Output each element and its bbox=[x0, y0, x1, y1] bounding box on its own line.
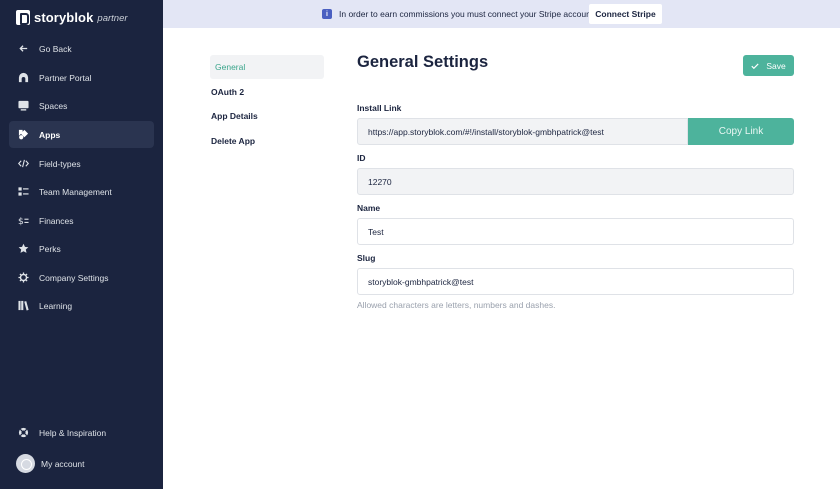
tab-oauth-2[interactable]: OAuth 2 bbox=[210, 80, 324, 104]
apps-icon bbox=[18, 129, 29, 140]
check-icon bbox=[751, 62, 759, 69]
name-input[interactable]: Test bbox=[357, 218, 794, 245]
save-button-label: Save bbox=[766, 60, 786, 71]
sidebar-item-label: Go Back bbox=[39, 43, 72, 54]
install-link-label: Install Link bbox=[357, 103, 402, 113]
sidebar-item-apps[interactable]: Apps bbox=[9, 121, 154, 148]
sidebar-item-company-settings[interactable]: Company Settings bbox=[9, 264, 154, 291]
id-field[interactable]: 12270 bbox=[357, 168, 794, 195]
star-icon bbox=[18, 243, 29, 254]
storyblok-logo-icon bbox=[16, 9, 30, 25]
sidebar-item-label: Spaces bbox=[39, 100, 68, 111]
sidebar-item-partner-portal[interactable]: Partner Portal bbox=[9, 64, 154, 91]
sidebar-item-label: Company Settings bbox=[39, 272, 109, 283]
sidebar-item-team-management[interactable]: Team Management bbox=[9, 178, 154, 205]
sidebar-item-help[interactable]: Help & Inspiration bbox=[9, 419, 154, 446]
code-icon bbox=[18, 158, 29, 169]
info-icon: i bbox=[322, 9, 332, 19]
sidebar-item-label: Team Management bbox=[39, 186, 112, 197]
lifebuoy-icon bbox=[18, 427, 29, 438]
sidebar-item-label: Field-types bbox=[39, 158, 81, 169]
sidebar-item-finances[interactable]: $ Finances bbox=[9, 207, 154, 234]
brand-sub: partner bbox=[97, 12, 128, 24]
tab-delete-app[interactable]: Delete App bbox=[210, 129, 324, 153]
sidebar-item-label: Apps bbox=[39, 129, 61, 140]
name-label: Name bbox=[357, 203, 381, 213]
sidebar-item-learning[interactable]: Learning bbox=[9, 292, 154, 319]
id-label: ID bbox=[357, 153, 366, 163]
install-link-field[interactable]: https://app.storyblok.com/#!/install/sto… bbox=[357, 118, 688, 145]
slug-label: Slug bbox=[357, 253, 376, 263]
tab-app-details[interactable]: App Details bbox=[210, 104, 324, 128]
avatar bbox=[16, 454, 35, 473]
connect-stripe-button[interactable]: Connect Stripe bbox=[589, 4, 662, 24]
brand-logo[interactable]: storyblok partner bbox=[16, 9, 128, 25]
slug-help-text: Allowed characters are letters, numbers … bbox=[357, 300, 556, 310]
sidebar-item-label: Perks bbox=[39, 243, 61, 254]
sidebar-item-go-back[interactable]: Go Back bbox=[9, 35, 154, 62]
sidebar: storyblok partner Go Back Partner Portal… bbox=[0, 0, 163, 489]
sidebar-item-label: Help & Inspiration bbox=[39, 427, 107, 438]
sidebar-item-label: Learning bbox=[39, 300, 73, 311]
svg-text:$: $ bbox=[18, 216, 24, 226]
sidebar-item-my-account[interactable]: My account bbox=[9, 450, 154, 477]
arrow-left-icon bbox=[18, 43, 29, 54]
stripe-banner: i In order to earn commissions you must … bbox=[163, 0, 840, 28]
monitor-icon bbox=[18, 100, 29, 111]
sidebar-item-label: My account bbox=[41, 458, 85, 469]
banner-text: In order to earn commissions you must co… bbox=[339, 9, 594, 19]
portal-icon bbox=[18, 72, 29, 83]
team-icon bbox=[18, 186, 29, 197]
sidebar-item-spaces[interactable]: Spaces bbox=[9, 92, 154, 119]
sidebar-item-label: Finances bbox=[39, 215, 74, 226]
brand-name: storyblok bbox=[34, 9, 94, 25]
books-icon bbox=[18, 300, 29, 311]
sidebar-item-label: Partner Portal bbox=[39, 72, 92, 83]
slug-input[interactable]: storyblok-gmbhpatrick@test bbox=[357, 268, 794, 295]
sidebar-item-field-types[interactable]: Field-types bbox=[9, 150, 154, 177]
save-button[interactable]: Save bbox=[743, 55, 794, 76]
page-title: General Settings bbox=[357, 53, 489, 71]
gear-icon bbox=[18, 272, 29, 283]
copy-link-button[interactable]: Copy Link bbox=[688, 118, 794, 145]
sidebar-item-perks[interactable]: Perks bbox=[9, 235, 154, 262]
dollar-icon: $ bbox=[18, 215, 29, 226]
tab-general[interactable]: General bbox=[210, 55, 324, 79]
